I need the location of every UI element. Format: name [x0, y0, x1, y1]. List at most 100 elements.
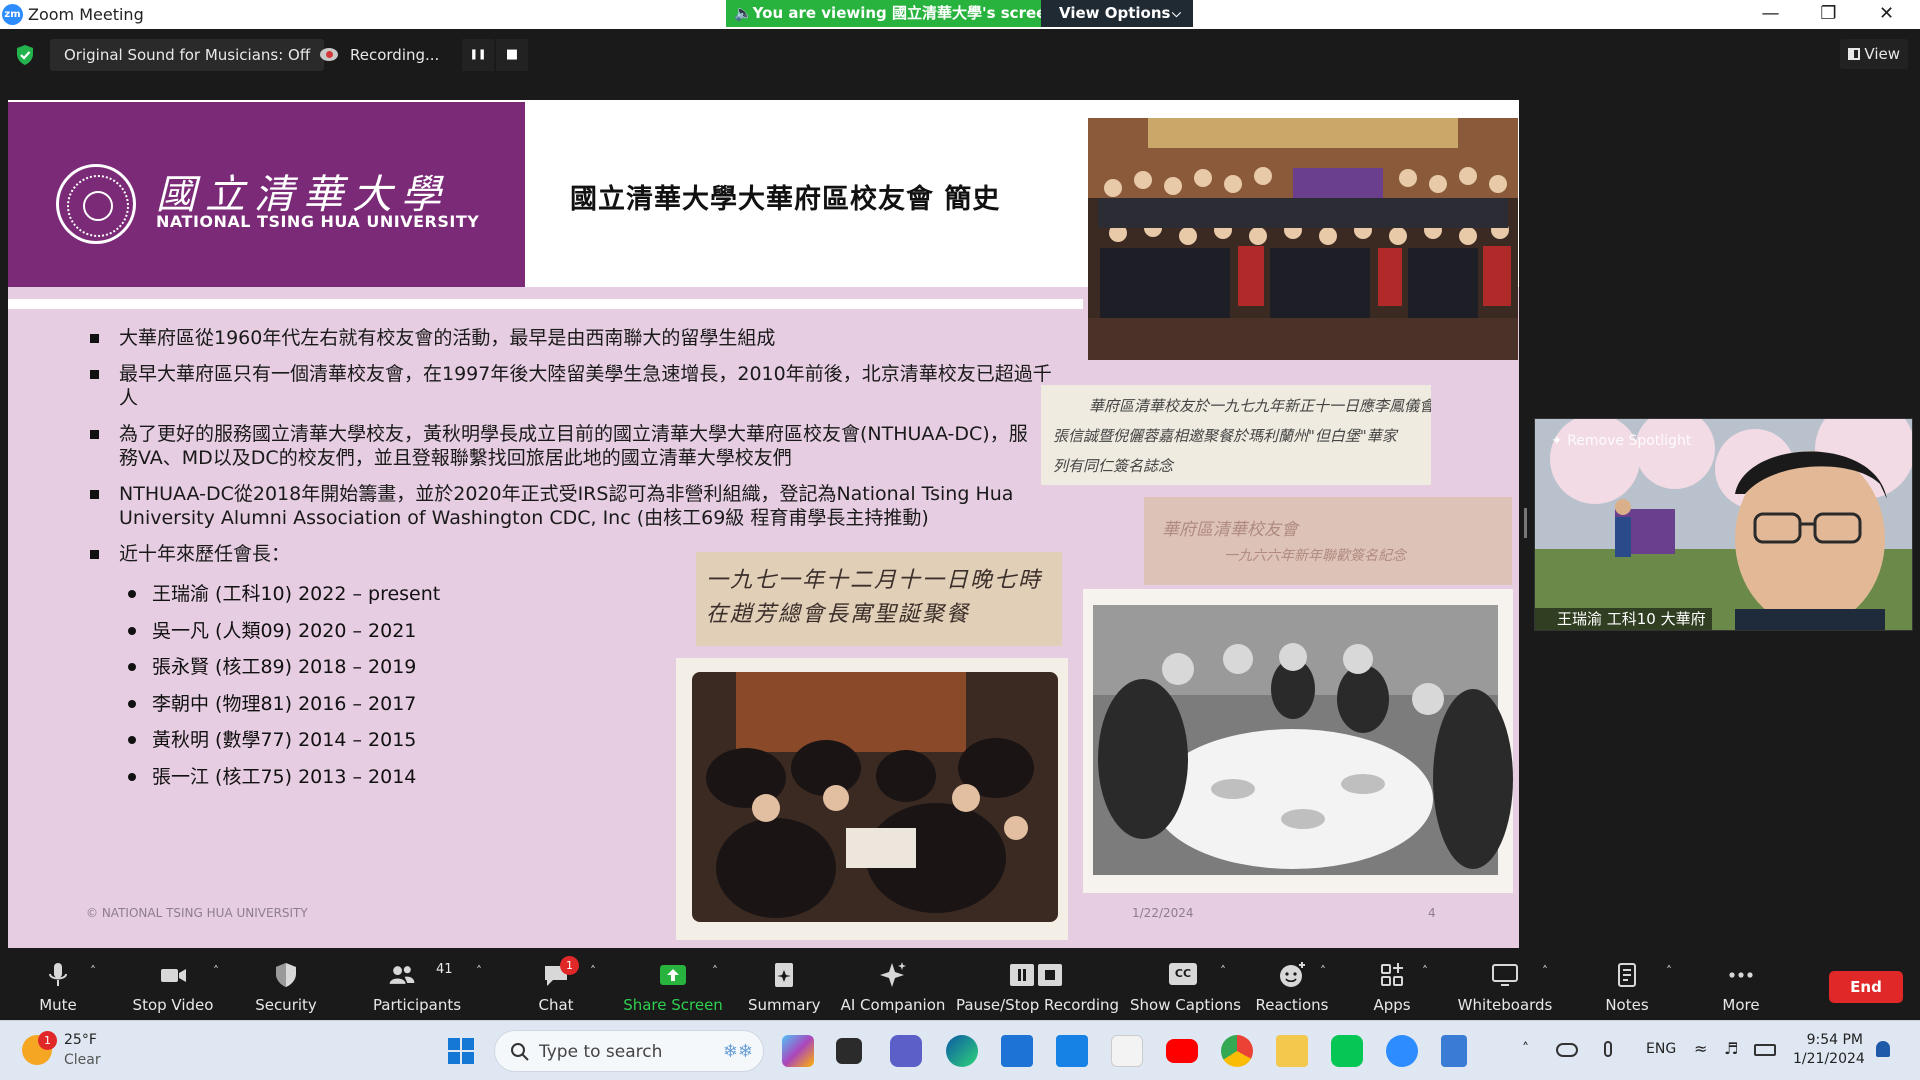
bullet-item: 為了更好的服務國立清華大學校友，黃秋明學長成立目前的國立清華大學大華府區校友會(…: [90, 422, 1030, 470]
slide-page-number: 4: [1428, 906, 1436, 920]
search-icon: [511, 1043, 529, 1061]
pause-stop-recording-button[interactable]: Pause/Stop Recording: [956, 950, 1119, 1020]
ai-companion-button[interactable]: AI Companion: [840, 950, 946, 1020]
bullet-item: 近十年來歷任會長：: [90, 542, 710, 566]
windows-start-icon[interactable]: [445, 1035, 477, 1067]
line-app-icon[interactable]: [1331, 1035, 1363, 1067]
end-meeting-button[interactable]: End: [1829, 971, 1903, 1003]
wifi-icon[interactable]: ≈: [1694, 1039, 1707, 1058]
remove-spotlight-label: Remove Spotlight: [1567, 433, 1692, 449]
taskbar-search-box[interactable]: Type to search ❄❄: [494, 1030, 764, 1072]
presidents-list: 王瑞渝 (工科10) 2022 – present 吳一凡 (人類09) 202…: [128, 582, 440, 802]
slide-copyright: © NATIONAL TSING HUA UNIVERSITY: [86, 906, 308, 920]
mail-icon[interactable]: [1056, 1035, 1088, 1067]
meeting-top-bar: Original Sound for Musicians: Off Record…: [0, 29, 1920, 81]
view-options-button[interactable]: View Options ⌵: [1041, 0, 1193, 27]
restore-button[interactable]: ❐: [1800, 0, 1857, 29]
copilot-icon[interactable]: [782, 1035, 814, 1067]
search-placeholder: Type to search: [539, 1042, 663, 1062]
more-label: More: [1722, 996, 1760, 1014]
input-language-indicator[interactable]: ENG: [1646, 1041, 1676, 1057]
reactions-options-caret[interactable]: ˄: [1320, 950, 1334, 1020]
whiteboards-options-caret[interactable]: ˄: [1542, 950, 1556, 1020]
whiteboard-icon: [1492, 964, 1518, 986]
reactions-button[interactable]: Reactions: [1254, 950, 1330, 1020]
stop-video-button[interactable]: Stop Video: [130, 950, 216, 1020]
participants-button[interactable]: 41 Participants: [372, 950, 462, 1020]
minimize-button[interactable]: —: [1742, 0, 1799, 29]
captions-icon: CC: [1169, 963, 1197, 985]
security-button[interactable]: Security: [250, 950, 322, 1020]
notes-button[interactable]: Notes: [1596, 950, 1658, 1020]
notes-options-caret[interactable]: ˄: [1666, 950, 1680, 1020]
original-sound-toggle[interactable]: Original Sound for Musicians: Off: [50, 39, 325, 71]
participant-name: 王瑞渝 工科10 大華府: [1557, 610, 1706, 628]
share-screen-button[interactable]: Share Screen: [620, 950, 726, 1020]
window-title-bar: zm Zoom Meeting 🔈You are viewing 國立清華大學'…: [0, 0, 1920, 29]
video-camera-icon: [161, 969, 186, 982]
close-window-button[interactable]: ✕: [1858, 0, 1915, 29]
audio-options-caret[interactable]: ˄: [90, 950, 104, 1020]
bullet-item: 大華府區從1960年代左右就有校友會的活動，最早是由西南聯大的留學生組成: [90, 326, 1040, 350]
notes-icon: [1618, 963, 1636, 987]
show-hidden-icons-caret[interactable]: ˄: [1522, 1041, 1529, 1057]
remove-spotlight-button[interactable]: ✦ Remove Spotlight: [1551, 433, 1691, 449]
file-explorer-icon[interactable]: [1276, 1035, 1308, 1067]
christmas-dinner-image: [692, 672, 1058, 922]
notepad-icon[interactable]: [1441, 1035, 1467, 1067]
apps-options-caret[interactable]: ˄: [1422, 950, 1436, 1020]
more-button[interactable]: More: [1708, 950, 1774, 1020]
caret-up-icon: ˄: [1422, 964, 1428, 978]
pause-stop-icon: [1010, 964, 1062, 986]
logo-english-name: NATIONAL TSING HUA UNIVERSITY: [156, 212, 480, 231]
participants-options-caret[interactable]: ˄: [476, 950, 490, 1020]
system-clock[interactable]: 9:54 PM 1/21/2024: [1793, 1031, 1865, 1069]
signal-strength-icon: [1539, 613, 1553, 625]
mute-button[interactable]: Mute: [24, 950, 92, 1020]
edge-browser-icon[interactable]: [946, 1035, 978, 1067]
stop-video-label: Stop Video: [132, 996, 214, 1014]
banquet-table-image: [1093, 605, 1513, 875]
battery-icon[interactable]: [1754, 1044, 1776, 1056]
captions-options-caret[interactable]: ˄: [1220, 950, 1234, 1020]
reactions-label: Reactions: [1255, 996, 1329, 1014]
amazon-icon[interactable]: [1111, 1035, 1143, 1067]
microphone-tray-icon[interactable]: [1604, 1041, 1612, 1057]
christmas-dinner-photo: [676, 658, 1068, 940]
chat-label: Chat: [538, 996, 574, 1014]
microsoft-store-icon[interactable]: [1001, 1035, 1033, 1067]
youtube-icon[interactable]: [1166, 1039, 1198, 1063]
signature-card-1979: 華府區清華校友於一九七九年新正十一日應李鳳儀會長 張信誠暨倪儷蓉嘉相邀聚餐於瑪利…: [1041, 385, 1431, 485]
participant-video-tile[interactable]: ✦ Remove Spotlight 王瑞渝 工科10 大華府: [1534, 418, 1913, 631]
share-options-caret[interactable]: ˄: [712, 950, 726, 1020]
panel-resize-handle[interactable]: [1524, 508, 1527, 538]
recording-indicator: Recording...: [306, 39, 453, 71]
shared-screen-slide: 國立清華大學 NATIONAL TSING HUA UNIVERSITY 國立清…: [8, 100, 1519, 948]
weather-condition: Clear: [64, 1052, 101, 1068]
stop-recording-button[interactable]: ■: [496, 39, 528, 71]
caret-up-icon: ˄: [1220, 964, 1226, 978]
apps-button[interactable]: Apps: [1362, 950, 1422, 1020]
chat-options-caret[interactable]: ˄: [590, 950, 604, 1020]
pause-recording-button[interactable]: ❚❚: [462, 39, 494, 71]
security-shield-icon[interactable]: [15, 44, 35, 66]
nthu-logo-block: 國立清華大學 NATIONAL TSING HUA UNIVERSITY: [8, 102, 525, 287]
teams-meet-icon[interactable]: [890, 1035, 922, 1067]
share-screen-icon: [660, 965, 686, 985]
weather-temperature: 25°F: [64, 1032, 97, 1048]
speaker-volume-icon[interactable]: ♬: [1724, 1039, 1738, 1058]
president-item: 張一江 (核工75) 2013 – 2014: [128, 765, 440, 802]
caret-up-icon: ˄: [213, 964, 219, 978]
notification-bell-icon[interactable]: [1876, 1041, 1890, 1057]
clock-time: 9:54 PM: [1806, 1032, 1863, 1048]
cloud-icon[interactable]: [1556, 1043, 1578, 1057]
chrome-browser-icon[interactable]: [1221, 1035, 1253, 1067]
task-view-icon[interactable]: [836, 1038, 862, 1064]
chat-button[interactable]: 1 Chat: [526, 950, 586, 1020]
pin-icon: ✦: [1551, 433, 1563, 449]
summary-button[interactable]: Summary: [748, 950, 821, 1020]
video-options-caret[interactable]: ˄: [213, 950, 227, 1020]
view-layout-button[interactable]: View: [1840, 39, 1908, 69]
zoom-app-icon[interactable]: [1386, 1035, 1418, 1067]
participants-count: 41: [436, 962, 453, 977]
